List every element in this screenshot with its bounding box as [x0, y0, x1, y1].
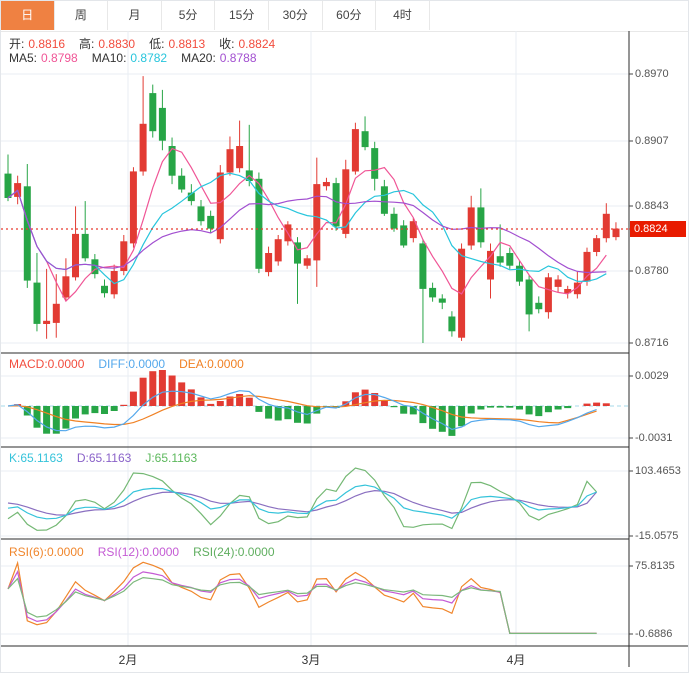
- readout-label: 低:: [149, 37, 165, 51]
- ma-readout-row: MA5: 0.8798 MA10: 0.8782 MA20: 0.8788: [9, 51, 271, 65]
- y-axis-tick-label: 103.4653: [635, 465, 681, 477]
- readout-label: 收:: [219, 37, 235, 51]
- indicator-readout: RSI(12):0.0000: [97, 545, 180, 559]
- y-axis-tick-label: 0.8970: [635, 68, 669, 80]
- indicator-readout: RSI(6):0.0000: [9, 545, 84, 559]
- indicator-readout: RSI(24):0.0000: [193, 545, 275, 559]
- readout-value: 0.8813: [168, 37, 206, 51]
- y-axis-tick-label: 0.8907: [635, 135, 669, 147]
- y-axis-tick-label: -15.0575: [635, 530, 679, 542]
- indicator-readout: J:65.1163: [145, 451, 198, 465]
- readout-label: 高:: [79, 37, 95, 51]
- indicator-readout: DIFF:0.0000: [98, 357, 166, 371]
- ohlc-readout-row: 开: 0.8816 高: 0.8830 低: 0.8813 收: 0.8824: [9, 35, 289, 52]
- y-axis-tick-label: 75.8135: [635, 560, 675, 572]
- current-price-tag: 0.8824: [630, 221, 686, 237]
- readout-value: 0.8816: [28, 37, 66, 51]
- readout-label: MA5:: [9, 51, 38, 65]
- chart-canvas[interactable]: [1, 1, 689, 673]
- y-axis-tick-label: 0.8716: [635, 337, 669, 349]
- y-axis-tick-label: 0.8843: [635, 200, 669, 212]
- indicator-readout: MACD:0.0000: [9, 357, 85, 371]
- rsi-readout-row: RSI(6):0.0000 RSI(12):0.0000 RSI(24):0.000…: [9, 545, 289, 559]
- x-axis-month-label: 2月: [118, 653, 138, 667]
- macd-readout-row: MACD:0.0000 DIFF:0.0000 DEA:0.0000: [9, 357, 258, 371]
- y-axis-tick-label: 0.8780: [635, 265, 669, 277]
- indicator-readout: K:65.1163: [9, 451, 63, 465]
- y-axis-tick-label: -0.6886: [635, 628, 673, 640]
- readout-label: MA10:: [91, 51, 127, 65]
- readout-value: 0.8830: [98, 37, 136, 51]
- trading-chart-app: 日周月 5分 15分 30分 60分 4时 开: 0.8816 高: 0.8830 低: 0.881…: [0, 0, 689, 673]
- readout-label: 开:: [9, 37, 25, 51]
- y-axis-tick-label: -0.0031: [635, 432, 673, 444]
- indicator-readout: DEA:0.0000: [179, 357, 244, 371]
- readout-value: 0.8788: [219, 51, 257, 65]
- x-axis-month-label: 4月: [506, 653, 526, 667]
- x-axis-month-label: 3月: [301, 653, 321, 667]
- indicator-readout: D:65.1163: [76, 451, 132, 465]
- readout-value: 0.8824: [238, 37, 276, 51]
- readout-value: 0.8798: [41, 51, 78, 65]
- readout-label: MA20:: [181, 51, 216, 65]
- readout-value: 0.8782: [130, 51, 168, 65]
- y-axis-tick-label: 0.0029: [635, 370, 669, 382]
- kdj-readout-row: K:65.1163 D:65.1163 J:65.1163: [9, 451, 211, 465]
